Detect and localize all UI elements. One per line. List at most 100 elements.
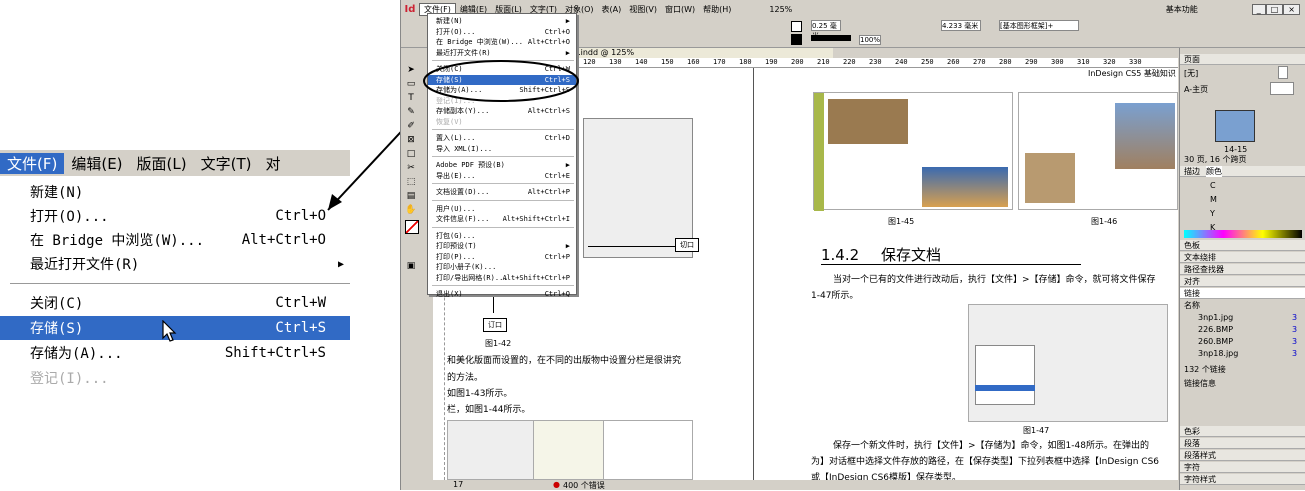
body-text: 和美化版面而设置的，在不同的出版物中设置分栏是很讲究 <box>447 356 682 366</box>
text-wrap-tab[interactable]: 文本绕排 <box>1180 252 1305 263</box>
stroke-weight-field[interactable]: 0.25 毫米 <box>811 20 841 40</box>
hand-tool-icon[interactable]: ✋ <box>405 204 417 216</box>
pen-tool-icon[interactable]: ✎ <box>405 106 417 118</box>
link-item[interactable]: 226.BMP <box>1198 324 1233 335</box>
zoomed-item-open[interactable]: 打开(O)... Ctrl+O <box>0 204 350 228</box>
menu-window[interactable]: 窗口(W) <box>661 4 699 15</box>
magenta-label: M <box>1210 195 1217 204</box>
dropdown-item[interactable]: 退出(X) Ctrl+Q <box>428 289 576 299</box>
link-page[interactable]: 3 <box>1292 336 1297 347</box>
dropdown-item[interactable]: 文件信息(F)... Alt+Shift+Ctrl+I <box>428 214 576 224</box>
fill-swatch[interactable] <box>791 21 802 32</box>
rect-frame-tool-icon[interactable]: ⊠ <box>405 134 417 146</box>
paragraph-tab[interactable]: 段落 <box>1180 438 1305 449</box>
section-rule <box>821 264 1081 265</box>
fill-stroke-icon[interactable] <box>405 220 419 234</box>
character-tab[interactable]: 字符 <box>1180 462 1305 473</box>
free-transform-tool-icon[interactable]: ⬚ <box>405 176 417 188</box>
dropdown-item[interactable]: 导出(E)... Ctrl+E <box>428 171 576 181</box>
link-page[interactable]: 3 <box>1292 348 1297 359</box>
gradient-tool-icon[interactable]: ▤ <box>405 190 417 202</box>
pencil-tool-icon[interactable]: ✐ <box>405 120 417 132</box>
zoomed-menu-type[interactable]: 文字(T) <box>194 153 259 174</box>
stroke-type-select[interactable] <box>811 35 851 41</box>
dropdown-item[interactable]: 存储副本(Y)... Alt+Ctrl+S <box>428 106 576 116</box>
ruler-tick-label: 180 <box>739 58 752 66</box>
dropdown-item[interactable]: 打开(O)... Ctrl+O <box>428 27 576 37</box>
zoomed-menu-file[interactable]: 文件(F) <box>0 152 65 174</box>
zoomed-item-shortcut: Alt+Ctrl+O <box>241 232 326 248</box>
color-tab[interactable]: 色彩 <box>1180 426 1305 437</box>
scale-field[interactable]: 100% <box>859 35 881 45</box>
dropdown-item[interactable]: 打印(P)... Ctrl+P <box>428 252 576 262</box>
dropdown-item[interactable]: 在 Bridge 中浏览(W)... Alt+Ctrl+O <box>428 37 576 47</box>
page-number-field[interactable]: 17 <box>453 480 463 489</box>
scissors-tool-icon[interactable]: ✂ <box>405 162 417 174</box>
zoomed-menu-object[interactable]: 对 <box>258 153 287 174</box>
dropdown-item[interactable]: 打印预设(T) ▶ <box>428 241 576 251</box>
master-thumb-icon[interactable] <box>1270 82 1294 95</box>
links-tab[interactable]: 链接 <box>1180 288 1305 299</box>
link-page[interactable]: 3 <box>1292 324 1297 335</box>
preflight-status[interactable]: 400 个错误 <box>563 480 605 491</box>
spread-thumb[interactable] <box>1215 110 1255 142</box>
zoom-level[interactable]: 125% <box>765 5 796 14</box>
dropdown-item[interactable]: 导入 XML(I)... <box>428 144 576 154</box>
link-page[interactable]: 3 <box>1292 312 1297 323</box>
menu-thumbnail <box>975 345 1035 405</box>
zoomed-item-recent[interactable]: 最近打开文件(R) ▶ <box>0 252 350 276</box>
tab-color[interactable]: 颜色 <box>1206 165 1222 177</box>
zoomed-item-save-as[interactable]: 存储为(A)... Shift+Ctrl+S <box>0 341 350 365</box>
rectangle-tool-icon[interactable]: □ <box>405 148 417 160</box>
swatches-tab[interactable]: 色板 <box>1180 240 1305 251</box>
align-tab[interactable]: 对齐 <box>1180 276 1305 287</box>
character-styles-tab[interactable]: 字符样式 <box>1180 474 1305 485</box>
dropdown-item[interactable]: 置入(L)... Ctrl+D <box>428 133 576 143</box>
dropdown-item[interactable]: 用户(U)... <box>428 204 576 214</box>
dropdown-item[interactable]: 打印小册子(K)... <box>428 262 576 272</box>
dropdown-item[interactable]: Adobe PDF 预设(B) ▶ <box>428 160 576 170</box>
link-item[interactable]: 3np1.jpg <box>1198 312 1233 323</box>
none-master[interactable]: [无] <box>1184 68 1198 79</box>
dropdown-item[interactable]: 文档设置(D)... Alt+Ctrl+P <box>428 187 576 197</box>
ruler-tick-label: 120 <box>583 58 596 66</box>
link-item[interactable]: 3np18.jpg <box>1198 348 1238 359</box>
screenshot-1-47 <box>968 304 1168 422</box>
color-ramp[interactable] <box>1184 230 1302 238</box>
maximize-button[interactable]: □ <box>1265 3 1284 15</box>
dropdown-item[interactable]: 打包(G)... <box>428 231 576 241</box>
zoomed-item-new[interactable]: 新建(N) <box>0 180 350 204</box>
view-mode-icon[interactable]: ▣ <box>405 260 417 272</box>
zoomed-item-bridge[interactable]: 在 Bridge 中浏览(W)... Alt+Ctrl+O <box>0 228 350 252</box>
close-button[interactable]: × <box>1283 3 1300 15</box>
zoomed-item-close[interactable]: 关闭(C) Ctrl+W <box>0 291 350 315</box>
dropdown-item-shortcut: Alt+Ctrl+P <box>527 188 570 196</box>
link-info[interactable]: 链接信息 <box>1184 378 1216 389</box>
selection-tool-icon[interactable]: ➤ <box>405 64 417 76</box>
tab-stroke[interactable]: 描边 <box>1184 166 1200 177</box>
pages-panel-tab[interactable]: 页面 <box>1180 54 1305 65</box>
page-thumb-icon[interactable] <box>1278 66 1288 79</box>
a-master[interactable]: A-主页 <box>1184 84 1208 95</box>
menu-help[interactable]: 帮助(H) <box>699 4 735 15</box>
dropdown-item[interactable]: 新建(N) ▶ <box>428 16 576 26</box>
menu-view[interactable]: 视图(V) <box>625 4 661 15</box>
object-style-select[interactable]: [基本图形框架]+ <box>999 20 1079 31</box>
zoomed-menu-layout[interactable]: 版面(L) <box>130 153 194 174</box>
menu-table[interactable]: 表(A) <box>598 4 626 15</box>
ruler-tick-label: 190 <box>765 58 778 66</box>
dropdown-item-shortcut: Ctrl+E <box>544 171 570 180</box>
workspace-switcher[interactable]: 基本功能 <box>1162 4 1202 15</box>
link-item[interactable]: 260.BMP <box>1198 336 1233 347</box>
stroke-swatch[interactable] <box>791 34 802 45</box>
zoomed-item-save[interactable]: 存储(S) Ctrl+S <box>0 316 350 342</box>
type-tool-icon[interactable]: T <box>405 92 417 104</box>
width-field[interactable]: 4.233 毫米 <box>941 20 981 31</box>
paragraph-styles-tab[interactable]: 段落样式 <box>1180 450 1305 461</box>
page-tool-icon[interactable]: ▭ <box>405 78 417 90</box>
pathfinder-tab[interactable]: 路径查找器 <box>1180 264 1305 275</box>
minimize-button[interactable]: _ <box>1251 3 1266 15</box>
zoomed-menu-edit[interactable]: 编辑(E) <box>64 153 129 174</box>
dropdown-item[interactable]: 打印/导出网格(R)... Alt+Shift+Ctrl+P <box>428 273 576 283</box>
preflight-error-icon: ● <box>553 480 560 489</box>
